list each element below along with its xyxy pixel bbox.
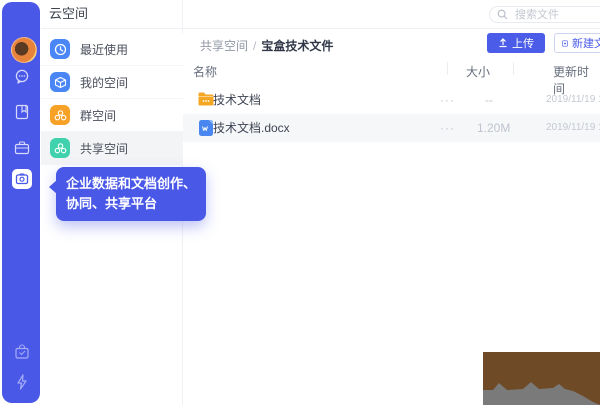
breadcrumb-current: 宝盒技术文件 bbox=[261, 39, 333, 53]
table-row-folder[interactable]: 技术文档 ··· -- 2019/11/19 15:08 bbox=[183, 86, 600, 114]
new-file-icon bbox=[562, 38, 568, 49]
table-row-docx[interactable]: 技术文档.docx ··· 1.20M 2019/11/19 15:08 bbox=[183, 114, 600, 142]
new-file-button[interactable]: 新建文件夹 bbox=[554, 33, 600, 53]
file-name[interactable]: 技术文档.docx bbox=[213, 114, 290, 142]
feature-tooltip: 企业数据和文档创作、 协同、共享平台 bbox=[56, 167, 206, 221]
upload-button[interactable]: 上传 bbox=[487, 33, 545, 53]
cloud-drive-icon-active[interactable] bbox=[12, 169, 32, 189]
page-title: 云空间 bbox=[49, 0, 88, 28]
book-icon[interactable] bbox=[13, 103, 31, 121]
file-updated: 2019/11/19 15:08 bbox=[546, 86, 600, 114]
lightning-icon[interactable] bbox=[13, 373, 31, 391]
watermark-logo bbox=[483, 352, 600, 405]
group-icon bbox=[50, 105, 70, 125]
tooltip-line1: 企业数据和文档创作、 bbox=[66, 174, 196, 194]
sidebar-item-label: 我的空间 bbox=[80, 74, 128, 91]
header-divider bbox=[183, 28, 600, 29]
clock-icon bbox=[50, 39, 70, 59]
share-icon bbox=[50, 138, 70, 158]
upload-icon bbox=[498, 38, 508, 48]
column-header-size[interactable]: 大小 bbox=[466, 63, 490, 80]
sidebar-item-label: 最近使用 bbox=[80, 41, 128, 58]
chat-icon[interactable] bbox=[13, 68, 31, 86]
column-separator bbox=[513, 62, 514, 75]
search-box[interactable] bbox=[489, 6, 600, 23]
docx-file-icon bbox=[198, 119, 214, 137]
tooltip-line2: 协同、共享平台 bbox=[66, 194, 196, 214]
left-rail bbox=[2, 2, 40, 403]
file-size: 1.20M bbox=[477, 114, 510, 142]
sidebar-header-divider bbox=[41, 28, 183, 29]
bag-check-icon[interactable] bbox=[13, 343, 31, 361]
file-size: -- bbox=[485, 86, 493, 114]
search-icon bbox=[497, 9, 508, 20]
new-file-label: 新建文件夹 bbox=[572, 35, 600, 51]
sidebar-item-label: 共享空间 bbox=[80, 140, 128, 157]
tooltip-arrow bbox=[49, 180, 57, 194]
more-actions-button[interactable]: ··· bbox=[440, 86, 455, 114]
sidebar-item-shared-space[interactable]: 共享空间 bbox=[41, 132, 183, 165]
briefcase-icon[interactable] bbox=[13, 139, 31, 157]
cloud-drive-glyph bbox=[15, 172, 29, 186]
file-updated: 2019/11/19 15:08 bbox=[546, 114, 600, 142]
breadcrumb-parent[interactable]: 共享空间 bbox=[200, 39, 248, 53]
file-name[interactable]: 技术文档 bbox=[213, 86, 261, 114]
sidebar-item-group-space[interactable]: 群空间 bbox=[41, 99, 183, 132]
app-window: 云空间 最近使用 我的空间 群空间 共享空间 企业数据和文档创作、 协同、共享平… bbox=[0, 0, 600, 405]
sidebar-item-recent[interactable]: 最近使用 bbox=[41, 33, 183, 66]
more-actions-button[interactable]: ··· bbox=[440, 114, 455, 142]
breadcrumb-separator: / bbox=[253, 39, 256, 53]
upload-label: 上传 bbox=[512, 35, 534, 51]
column-separator bbox=[447, 62, 448, 75]
column-header-name[interactable]: 名称 bbox=[193, 63, 217, 80]
cube-icon bbox=[50, 72, 70, 92]
sidebar-item-label: 群空间 bbox=[80, 107, 116, 124]
breadcrumb: 共享空间 / 宝盒技术文件 bbox=[200, 37, 333, 54]
search-input[interactable] bbox=[513, 8, 597, 22]
sidebar-item-my-space[interactable]: 我的空间 bbox=[41, 66, 183, 99]
avatar[interactable] bbox=[11, 37, 37, 63]
